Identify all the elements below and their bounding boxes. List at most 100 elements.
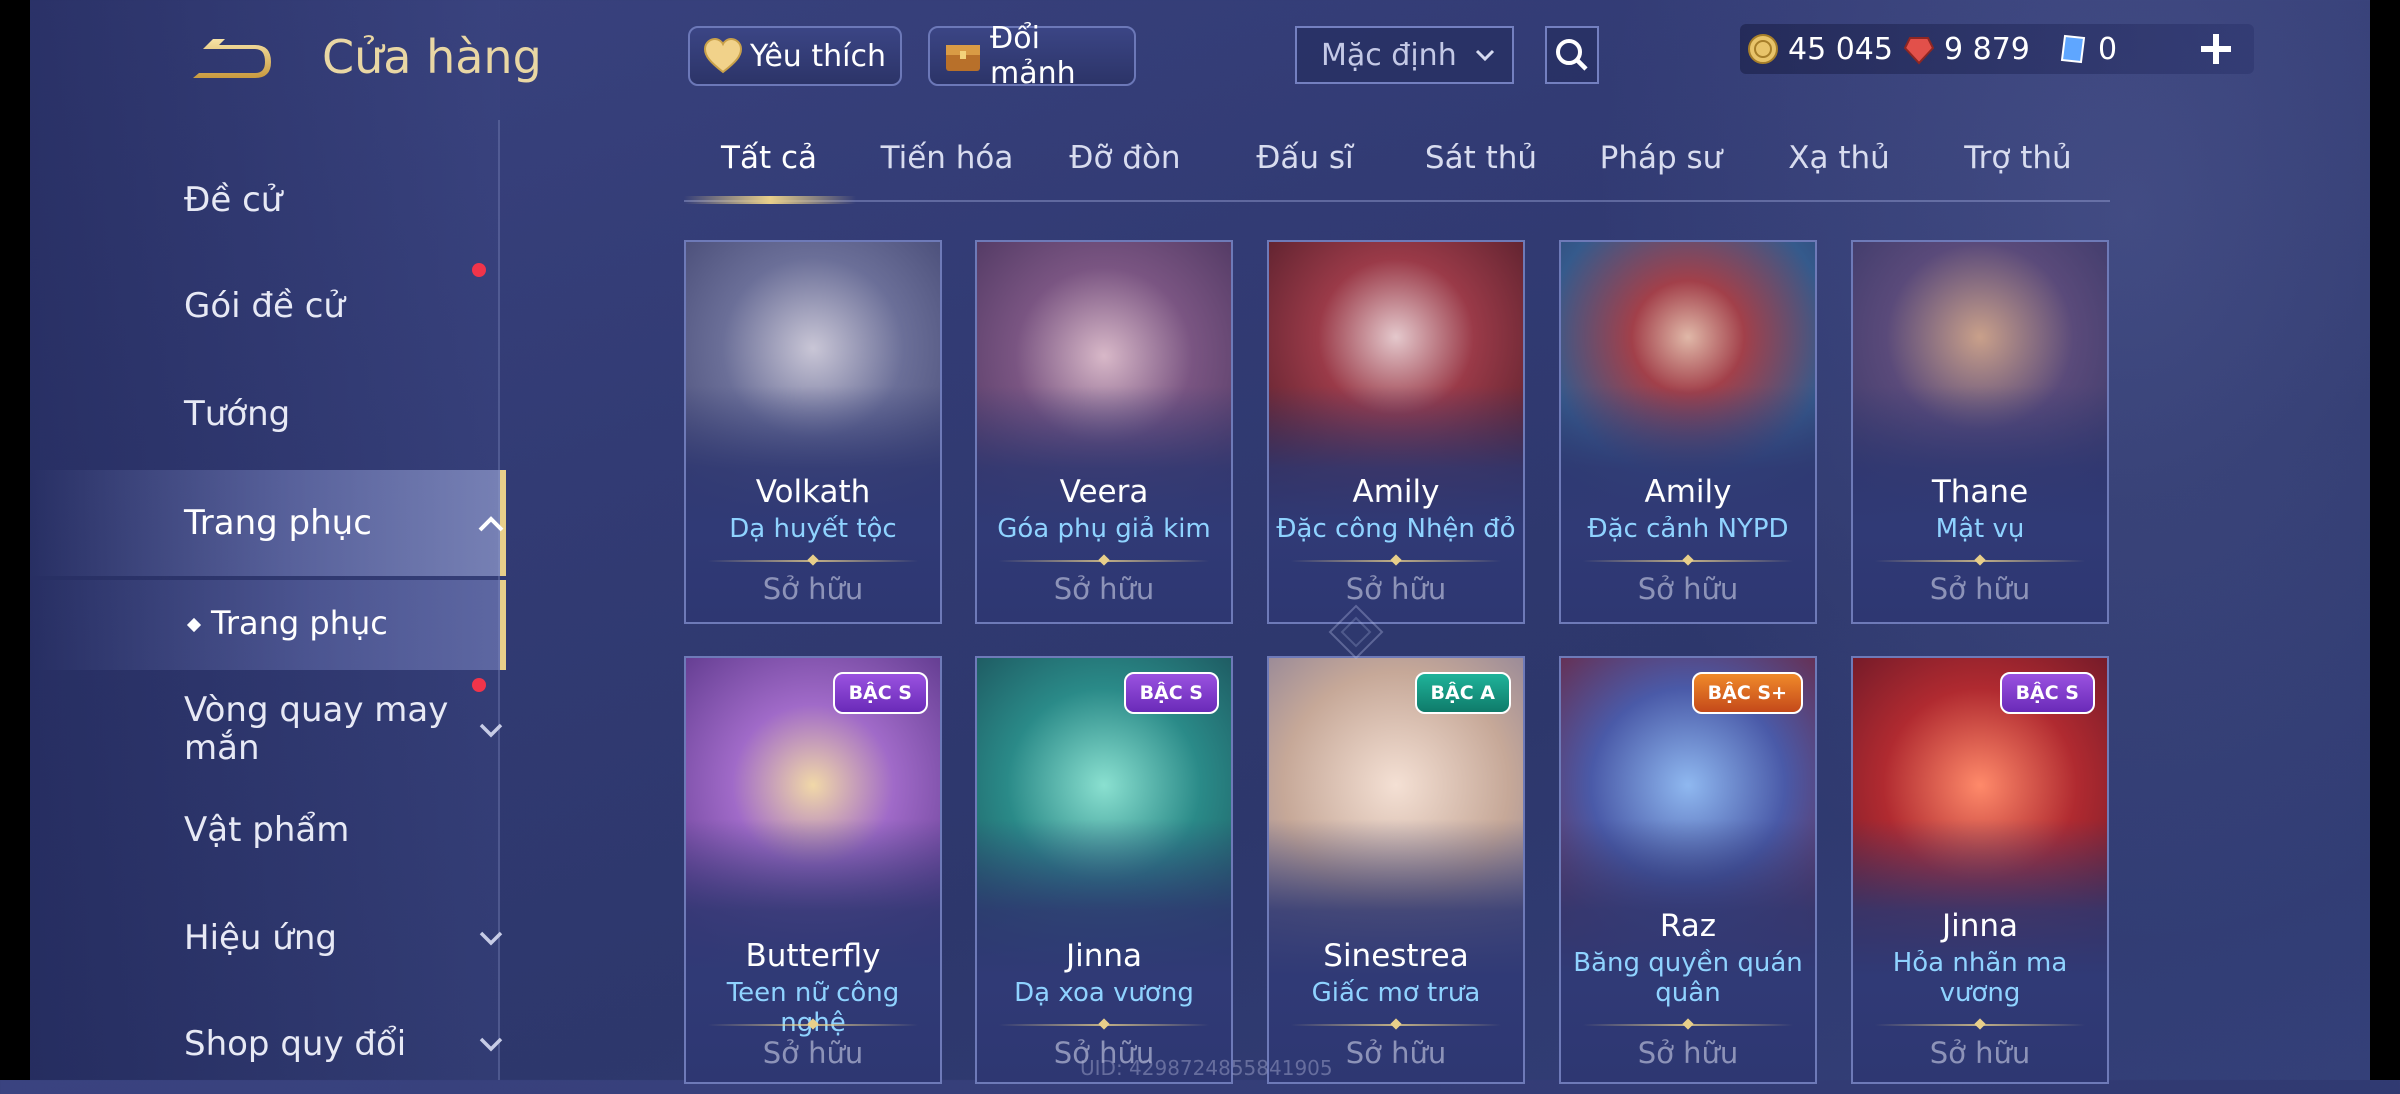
sidebar-item-label: Shop quy đổi bbox=[184, 1024, 407, 1064]
owned-status: Sở hữu bbox=[1637, 1036, 1739, 1070]
skin-name: Giấc mơ trưa bbox=[1311, 978, 1481, 1008]
sidebar-item-recommended-bundles[interactable]: Gói đề cử bbox=[30, 256, 500, 356]
tier-badge: BẬC S+ bbox=[1691, 672, 1803, 714]
search-button[interactable] bbox=[1545, 26, 1599, 84]
tab-evolution[interactable]: Tiến hóa bbox=[881, 140, 1014, 200]
category-tabs: Tất cả Tiến hóa Đỡ đòn Đấu sĩ Sát thủ Ph… bbox=[684, 140, 2110, 206]
screen-edge-left bbox=[0, 0, 30, 1080]
hero-name: Volkath bbox=[755, 474, 871, 510]
skin-name: Góa phụ giả kim bbox=[997, 514, 1211, 544]
hero-name: Raz bbox=[1659, 908, 1717, 944]
hero-name: Jinna bbox=[1065, 938, 1143, 974]
sidebar-item-label: Hiệu ứng bbox=[184, 918, 337, 958]
sidebar-item-label: Tướng bbox=[184, 394, 291, 434]
skin-card-jinna-fire-eye[interactable]: BẬC S Jinna Hỏa nhãn ma vương Sở hữu bbox=[1851, 656, 2109, 1084]
favorites-button[interactable]: Yêu thích bbox=[688, 26, 902, 86]
skin-card-thane[interactable]: Thane Mật vụ Sở hữu bbox=[1851, 240, 2109, 624]
skin-card-raz[interactable]: BẬC S+ Raz Băng quyền quán quân Sở hữu bbox=[1559, 656, 1817, 1084]
sidebar-item-exchange-shop[interactable]: Shop quy đổi bbox=[30, 994, 503, 1094]
hero-name: Amily bbox=[1644, 474, 1732, 510]
top-up-button[interactable] bbox=[2196, 29, 2236, 69]
skin-name: Hỏa nhãn ma vương bbox=[1892, 948, 2068, 1008]
page-title: Cửa hàng bbox=[322, 30, 542, 84]
sidebar-subitem-label: Trang phục bbox=[211, 604, 388, 642]
owned-status: Sở hữu bbox=[1929, 1036, 2031, 1070]
exchange-label: Đổi mảnh bbox=[990, 21, 1076, 91]
back-button[interactable] bbox=[185, 35, 277, 85]
back-arrow-icon bbox=[193, 39, 271, 78]
owned-status: Sở hữu bbox=[1637, 572, 1739, 606]
voucher-card-icon bbox=[2060, 34, 2086, 64]
skin-card-jinna-yaksha[interactable]: BẬC S Jinna Dạ xoa vương Sở hữu bbox=[975, 656, 1233, 1084]
currency-ruby: 9 879 bbox=[1902, 24, 2030, 74]
owned-status: Sở hữu bbox=[1929, 572, 2031, 606]
tab-all[interactable]: Tất cả bbox=[721, 140, 817, 200]
skin-card-volkath[interactable]: Volkath Dạ huyết tộc Sở hữu bbox=[684, 240, 942, 624]
sidebar-subitem-skins[interactable]: Trang phục bbox=[30, 580, 506, 670]
hero-name: Thane bbox=[1931, 474, 2029, 510]
notification-badge bbox=[472, 678, 486, 692]
plus-icon bbox=[2201, 34, 2231, 64]
bullet-icon bbox=[186, 617, 202, 633]
gold-amount: 45 045 bbox=[1788, 31, 1893, 67]
skin-name: Băng quyền quán quân bbox=[1573, 948, 1803, 1008]
sort-dropdown[interactable]: Mặc định bbox=[1295, 26, 1514, 84]
sidebar-item-heroes[interactable]: Tướng bbox=[30, 364, 500, 464]
skin-card-sinestrea[interactable]: BẬC A Sinestrea Giấc mơ trưa Sở hữu bbox=[1267, 656, 1525, 1084]
tab-mage[interactable]: Pháp sư bbox=[1600, 140, 1723, 200]
favorites-label: Yêu thích bbox=[750, 38, 886, 74]
chevron-down-icon bbox=[479, 1037, 503, 1052]
sidebar-item-effects[interactable]: Hiệu ứng bbox=[30, 888, 503, 988]
sidebar-item-recommended[interactable]: Đề cử bbox=[30, 150, 500, 250]
skin-card-amily-nypd[interactable]: Amily Đặc cảnh NYPD Sở hữu bbox=[1559, 240, 1817, 624]
skin-card-veera[interactable]: Veera Góa phụ giả kim Sở hữu bbox=[975, 240, 1233, 624]
exchange-fragments-button[interactable]: Đổi mảnh bbox=[928, 21, 1136, 91]
hero-name: Amily bbox=[1352, 474, 1440, 510]
tab-tank[interactable]: Đỡ đòn bbox=[1069, 140, 1180, 200]
gold-coin-icon bbox=[1748, 34, 1778, 64]
skin-name: Dạ xoa vương bbox=[1014, 978, 1194, 1008]
ruby-gem-icon bbox=[1903, 37, 1935, 65]
ruby-amount: 9 879 bbox=[1944, 31, 2030, 67]
voucher-amount: 0 bbox=[2098, 31, 2118, 67]
search-icon bbox=[1556, 39, 1588, 71]
hero-name: Jinna bbox=[1941, 908, 2019, 944]
tier-badge: BẬC S bbox=[1999, 672, 2095, 714]
chevron-down-icon bbox=[479, 931, 503, 946]
chevron-up-icon bbox=[478, 516, 504, 532]
skin-card-amily-red-spider[interactable]: Amily Đặc công Nhện đỏ Sở hữu bbox=[1267, 240, 1525, 624]
chevron-down-icon bbox=[479, 723, 503, 738]
chevron-down-icon bbox=[1475, 49, 1495, 62]
screen-edge-right bbox=[2370, 0, 2400, 1080]
tab-assassin[interactable]: Sát thủ bbox=[1425, 140, 1537, 200]
sidebar-item-label: Vòng quay may mắn bbox=[184, 690, 449, 768]
sort-selected-value: Mặc định bbox=[1321, 37, 1457, 73]
sidebar-item-items[interactable]: Vật phẩm bbox=[30, 780, 500, 880]
sidebar-item-label: Trang phục bbox=[184, 503, 372, 543]
tab-marksman[interactable]: Xạ thủ bbox=[1788, 140, 1890, 200]
heart-icon bbox=[703, 37, 743, 74]
diamond-watermark-icon bbox=[1328, 604, 1384, 660]
owned-status: Sở hữu bbox=[762, 1036, 864, 1070]
skin-name: Dạ huyết tộc bbox=[729, 514, 897, 544]
sidebar-item-skins[interactable]: Trang phục bbox=[30, 470, 506, 576]
currency-gold: 45 045 bbox=[1746, 24, 1893, 74]
hero-name: Butterfly bbox=[745, 938, 881, 974]
sidebar-item-label: Đề cử bbox=[184, 180, 283, 220]
owned-status: Sở hữu bbox=[1345, 572, 1447, 606]
hero-name: Sinestrea bbox=[1323, 938, 1469, 974]
sidebar-item-lucky-spin[interactable]: Vòng quay may mắn bbox=[30, 674, 503, 784]
currency-voucher: 0 bbox=[2056, 24, 2117, 74]
tab-support[interactable]: Trợ thủ bbox=[1964, 140, 2071, 200]
notification-badge bbox=[472, 263, 486, 277]
skin-name: Đặc công Nhện đỏ bbox=[1276, 514, 1516, 544]
skin-name: Đặc cảnh NYPD bbox=[1587, 514, 1789, 544]
skin-card-butterfly[interactable]: BẬC S Butterfly Teen nữ công nghệ Sở hữu bbox=[684, 656, 942, 1084]
tier-badge: BẬC S bbox=[832, 672, 928, 714]
tier-badge: BẬC S bbox=[1123, 672, 1219, 714]
owned-status: Sở hữu bbox=[762, 572, 864, 606]
tab-fighter[interactable]: Đấu sĩ bbox=[1256, 140, 1353, 200]
tier-badge: BẬC A bbox=[1414, 672, 1511, 714]
owned-status: Sở hữu bbox=[1053, 572, 1155, 606]
treasure-chest-icon bbox=[946, 45, 980, 71]
